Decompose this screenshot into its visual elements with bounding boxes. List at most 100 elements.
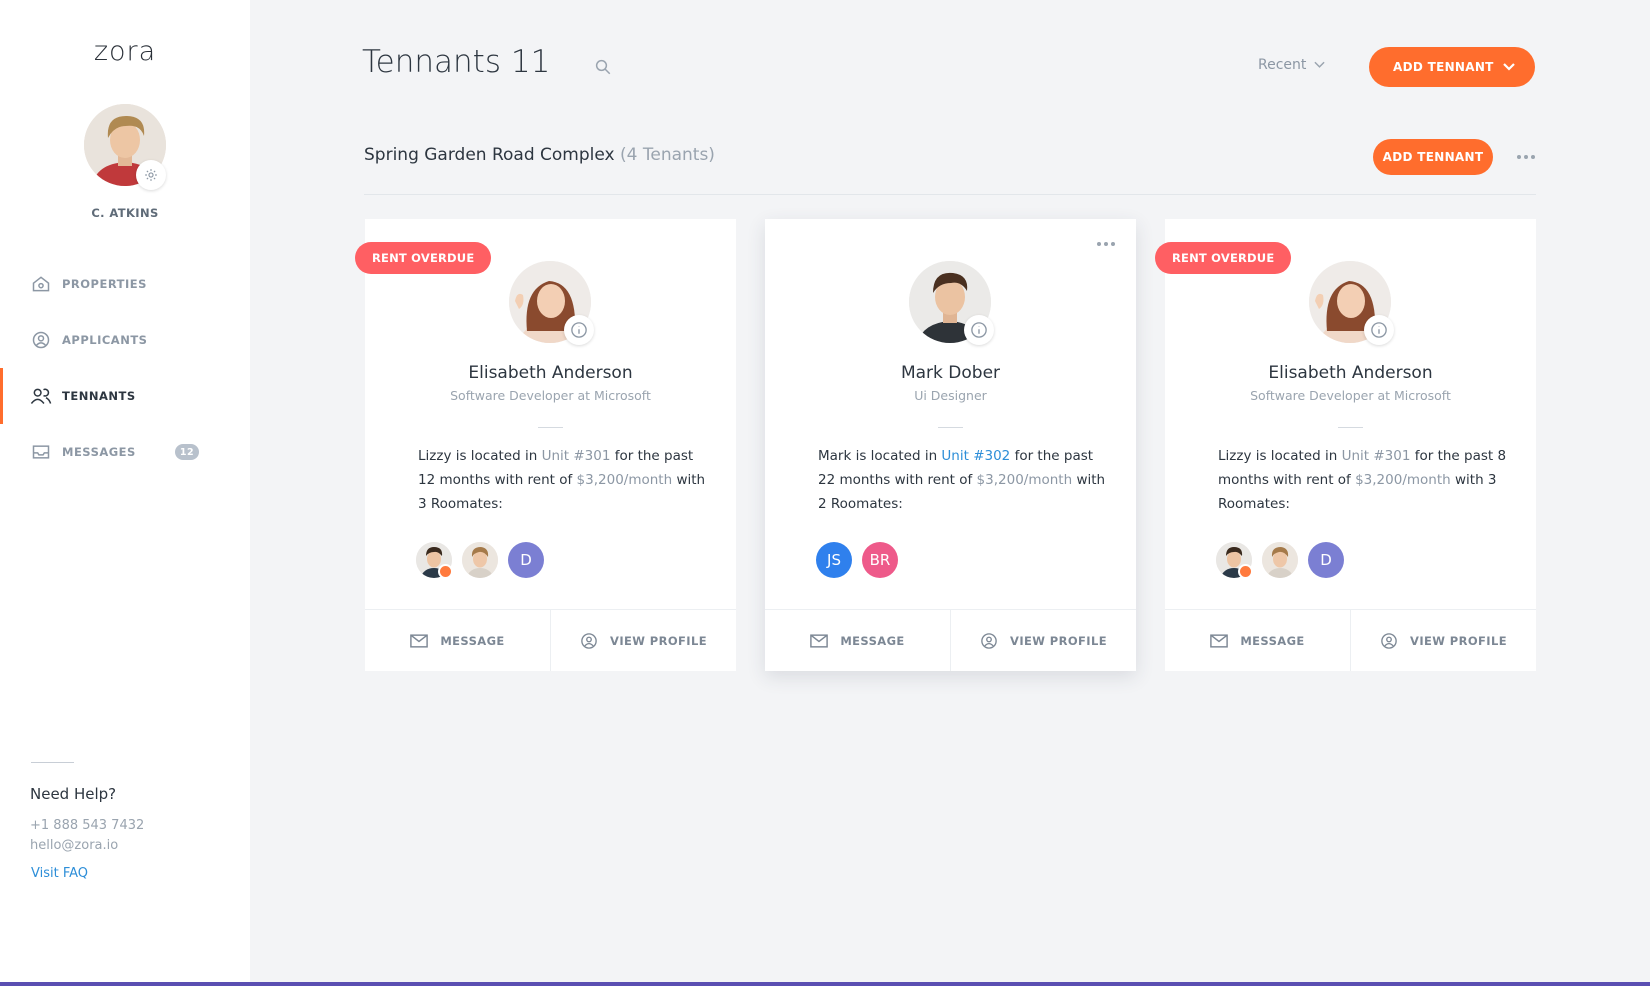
verified-check-icon [438,564,453,579]
roommate-initials: BR [862,542,898,578]
home-icon [30,273,52,295]
tenant-description: Mark is located in Unit #302 for the pas… [818,444,1108,516]
view-profile-label: VIEW PROFILE [610,633,707,648]
rent-link[interactable]: $3,200/month [577,472,673,488]
card-divider [938,427,963,428]
roommate-avatar[interactable] [416,542,453,579]
view-profile-button[interactable]: VIEW PROFILE [1350,610,1536,671]
gear-icon [145,169,157,181]
roommate-avatar[interactable] [1216,542,1253,579]
chevron-down-icon[interactable] [1503,60,1515,74]
card-more-button[interactable] [1094,235,1118,253]
settings-button[interactable] [136,160,166,190]
roommate-avatar[interactable]: D [508,542,544,578]
desc-text: Mark is located in [818,448,942,464]
unit-link[interactable]: Unit #301 [542,448,611,464]
user-avatar[interactable] [84,104,166,190]
sort-dropdown[interactable]: Recent [1258,57,1325,73]
help-email: hello@zora.io [30,838,119,853]
card-actions: MESSAGE VIEW PROFILE [365,609,736,671]
rent-overdue-badge: RENT OVERDUE [1155,242,1292,274]
chevron-down-icon [1314,61,1325,68]
nav-item-properties[interactable]: PROPERTIES [0,256,250,312]
view-profile-label: VIEW PROFILE [1410,633,1507,648]
tenant-description: Lizzy is located in Unit #301 for the pa… [1218,444,1508,516]
tenant-card: RENT OVERDUE Elisabeth Anderson Software… [355,219,736,671]
nav-label: TENNANTS [62,389,136,403]
roommate-initials: JS [816,542,852,578]
roommates-list: D [416,542,544,579]
roommate-avatar[interactable]: D [1308,542,1344,578]
message-button[interactable]: MESSAGE [365,610,550,671]
info-button[interactable] [1364,315,1394,345]
nav-item-tennants[interactable]: TENNANTS [0,368,250,424]
mail-icon [410,633,429,648]
sidebar: zora C. ATKINS PROPERTIES APPLICANTS TEN… [0,0,250,982]
unit-link[interactable]: Unit #302 [941,448,1010,464]
help-divider [31,762,74,763]
roommate-avatar[interactable]: BR [862,542,898,578]
user-circle-icon [981,632,997,649]
help-title: Need Help? [30,785,117,803]
visit-faq-link[interactable]: Visit FAQ [31,866,88,881]
tenant-description: Lizzy is located in Unit #301 for the pa… [418,444,708,516]
property-group-title: Spring Garden Road Complex (4 Tenants) [364,145,715,165]
search-icon [595,59,611,75]
app-logo[interactable]: zora [0,36,250,67]
message-button[interactable]: MESSAGE [765,610,950,671]
tenant-name: Elisabeth Anderson [468,363,633,383]
tenant-name: Mark Dober [900,363,1001,383]
user-name: C. ATKINS [91,206,159,220]
inbox-icon [30,441,52,463]
search-button[interactable] [594,58,612,76]
unit-link[interactable]: Unit #301 [1342,448,1411,464]
nav-item-messages[interactable]: MESSAGES 12 [0,424,250,480]
tenant-name: Elisabeth Anderson [1268,363,1433,383]
verified-check-icon [1238,564,1253,579]
group-more-button[interactable] [1514,148,1538,166]
nav-item-applicants[interactable]: APPLICANTS [0,312,250,368]
help-phone: +1 888 543 7432 [30,818,145,833]
tenant-role: Ui Designer [914,388,987,403]
group-divider [364,194,1536,195]
tenant-role: Software Developer at Microsoft [450,388,651,403]
main-nav: PROPERTIES APPLICANTS TENNANTS MESSAGES … [0,256,250,480]
messages-count-badge: 12 [175,444,199,460]
user-circle-icon [581,632,597,649]
rent-link[interactable]: $3,200/month [977,472,1073,488]
tenant-role: Software Developer at Microsoft [1250,388,1451,403]
roommate-avatar[interactable] [1262,542,1298,578]
more-horizontal-icon [1097,242,1115,246]
roommate-avatar[interactable] [462,542,498,578]
sort-label: Recent [1258,57,1307,73]
add-tennant-button[interactable]: ADD TENNANT [1369,47,1535,87]
tenant-count: (4 Tenants) [620,145,715,165]
info-button[interactable] [564,315,594,345]
roommate-initials: D [508,542,544,578]
nav-label: MESSAGES [62,445,136,459]
info-button[interactable] [964,315,994,345]
bottom-accent-bar [0,982,1650,986]
message-button[interactable]: MESSAGE [1165,610,1350,671]
roommate-avatar[interactable]: JS [816,542,852,578]
property-name: Spring Garden Road Complex [364,145,615,165]
rent-link[interactable]: $3,200/month [1355,472,1451,488]
message-label: MESSAGE [1240,633,1305,648]
card-divider [538,427,563,428]
card-actions: MESSAGE VIEW PROFILE [1165,609,1536,671]
tenant-card: RENT OVERDUE Elisabeth Anderson Software… [1155,219,1536,671]
roommates-list: JS BR [816,542,898,578]
user-circle-icon [30,329,52,351]
rent-overdue-badge: RENT OVERDUE [355,242,492,274]
info-icon [571,322,587,338]
users-icon [30,385,52,407]
message-label: MESSAGE [840,633,905,648]
roommates-list: D [1216,542,1344,579]
card-divider [1338,427,1363,428]
message-label: MESSAGE [440,633,505,648]
add-tennant-group-button[interactable]: ADD TENNANT [1373,139,1493,175]
info-icon [971,322,987,338]
view-profile-button[interactable]: VIEW PROFILE [950,610,1136,671]
mail-icon [1210,633,1229,648]
view-profile-button[interactable]: VIEW PROFILE [550,610,736,671]
